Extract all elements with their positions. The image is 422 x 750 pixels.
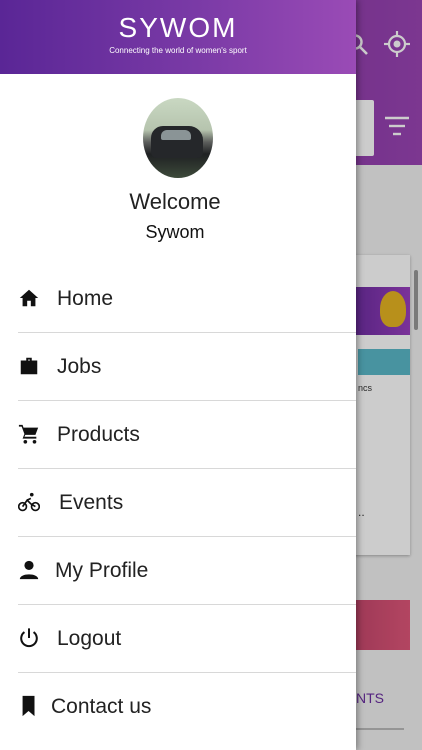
briefcase-icon: [20, 357, 38, 375]
cart-icon: [18, 424, 39, 444]
menu-item-events[interactable]: Events: [18, 469, 356, 537]
menu-item-label: Home: [57, 287, 114, 310]
menu-item-label: Contact us: [51, 695, 152, 718]
drawer-menu: Home Jobs Products Events My Profile Log…: [0, 265, 356, 740]
avatar-window-shape: [161, 130, 191, 140]
bookmark-icon: [22, 695, 35, 717]
bicycle-icon: [18, 492, 40, 512]
menu-item-label: My Profile: [55, 559, 149, 582]
drawer-header: SYWOM Connecting the world of women's sp…: [0, 0, 356, 74]
menu-item-products[interactable]: Products: [18, 401, 356, 469]
menu-item-label: Jobs: [57, 355, 102, 378]
menu-item-label: Events: [59, 491, 124, 514]
avatar[interactable]: [143, 98, 213, 178]
welcome-text: Welcome: [129, 189, 221, 214]
menu-item-contact-us[interactable]: Contact us: [18, 673, 356, 740]
person-icon: [19, 560, 39, 580]
menu-item-label: Logout: [57, 627, 122, 650]
menu-item-jobs[interactable]: Jobs: [18, 333, 356, 401]
menu-item-home[interactable]: Home: [18, 265, 356, 333]
menu-item-logout[interactable]: Logout: [18, 605, 356, 673]
brand-tagline: Connecting the world of women's sport: [109, 46, 247, 55]
power-icon: [20, 628, 38, 648]
brand-logo: SYWOM: [118, 12, 238, 43]
username: Sywom: [145, 222, 205, 242]
navigation-drawer: SYWOM Connecting the world of women's sp…: [0, 0, 356, 750]
home-icon: [19, 289, 39, 307]
menu-item-my-profile[interactable]: My Profile: [18, 537, 356, 605]
menu-item-label: Products: [57, 423, 140, 446]
